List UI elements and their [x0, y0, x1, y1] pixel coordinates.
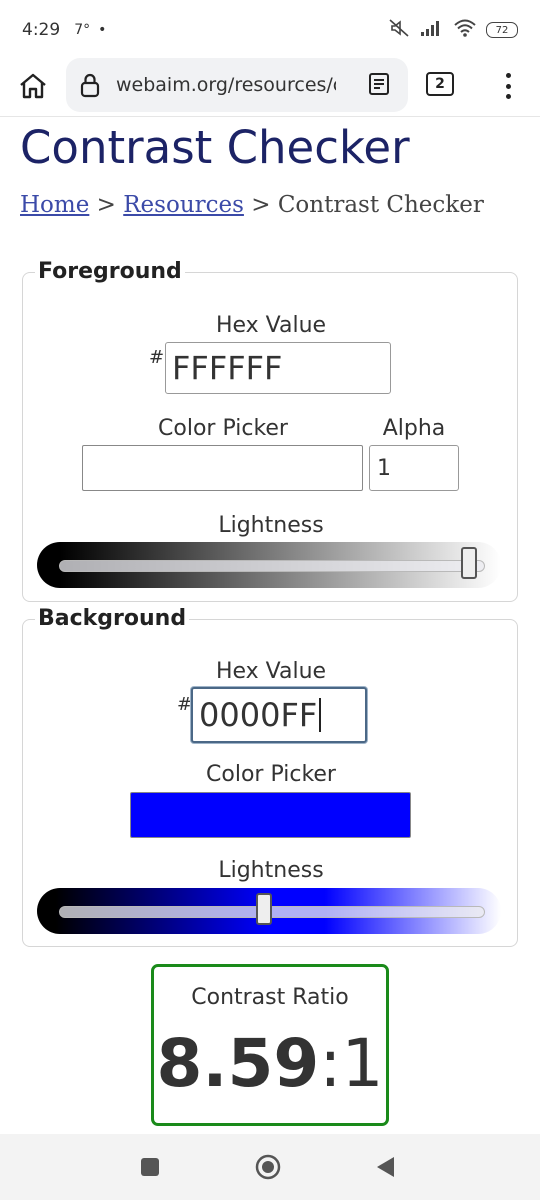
foreground-lightness-label: Lightness — [218, 513, 324, 538]
background-color-picker[interactable] — [130, 792, 411, 838]
menu-dot-icon — [505, 83, 511, 89]
square-icon — [141, 1158, 159, 1176]
foreground-color-picker[interactable] — [82, 445, 363, 491]
browser-toolbar: webaim.org/resources/contrastchecker 2 — [0, 56, 540, 116]
background-hex-value: 0000FF — [199, 696, 318, 734]
circle-icon — [255, 1154, 281, 1180]
foreground-hex-input[interactable]: FFFFFF — [165, 342, 391, 394]
foreground-lightness-slider[interactable] — [37, 542, 501, 588]
menu-dot-icon — [505, 94, 511, 99]
breadcrumb-separator: > — [243, 192, 278, 218]
foreground-hex-value: FFFFFF — [172, 349, 283, 387]
foreground-alpha-input[interactable]: 1 — [369, 445, 459, 491]
text-cursor — [319, 698, 321, 732]
back-button[interactable] — [370, 1152, 400, 1182]
address-bar[interactable]: webaim.org/resources/contrastchecker — [66, 58, 408, 112]
foreground-hex-label: Hex Value — [215, 313, 327, 338]
foreground-lightness-thumb[interactable] — [461, 547, 477, 579]
home-icon — [20, 73, 46, 99]
browser-menu-button[interactable] — [496, 70, 520, 102]
triangle-back-icon — [377, 1157, 394, 1177]
breadcrumb: Home > Resources > Contrast Checker — [20, 192, 484, 218]
contrast-ratio-box: Contrast Ratio 8.59:1 — [151, 964, 389, 1126]
breadcrumb-current: Contrast Checker — [277, 192, 484, 218]
status-time: 4:29 — [22, 20, 61, 40]
foreground-panel: Foreground Hex Value # FFFFFF Color Pick… — [22, 259, 518, 602]
foreground-legend: Foreground — [35, 259, 185, 284]
foreground-color-picker-label: Color Picker — [158, 416, 288, 441]
breadcrumb-separator: > — [89, 192, 124, 218]
background-legend: Background — [35, 606, 190, 631]
battery-icon: 72 — [486, 22, 518, 38]
status-dot: • — [98, 22, 107, 38]
wifi-icon — [454, 19, 476, 42]
page-title: Contrast Checker — [20, 121, 410, 174]
contrast-ratio-value: 8.59:1 — [154, 1025, 386, 1102]
breadcrumb-resources-link[interactable]: Resources — [123, 192, 244, 218]
web-page: Contrast Checker Home > Resources > Cont… — [0, 116, 540, 1134]
breadcrumb-home-link[interactable]: Home — [20, 192, 89, 218]
background-hash-label: # — [177, 694, 193, 715]
contrast-ratio-number: 8.59 — [156, 1025, 320, 1102]
mute-icon — [388, 18, 410, 43]
status-bar: 4:29 7° • 72 — [0, 0, 540, 60]
background-lightness-track — [59, 906, 485, 918]
menu-dot-icon — [505, 73, 511, 78]
background-color-picker-label: Color Picker — [206, 762, 336, 787]
background-hex-input[interactable]: 0000FF — [191, 687, 367, 743]
signal-icon — [420, 19, 444, 42]
foreground-alpha-label: Alpha — [382, 416, 446, 441]
status-temperature: 7° — [74, 22, 91, 38]
background-lightness-slider[interactable] — [37, 888, 501, 934]
url-text: webaim.org/resources/contrastchecker — [116, 74, 336, 96]
foreground-lightness-track — [59, 560, 485, 572]
foreground-alpha-value: 1 — [377, 455, 391, 481]
background-lightness-label: Lightness — [218, 858, 324, 883]
home-nav-button[interactable] — [253, 1152, 283, 1182]
recents-button[interactable] — [135, 1152, 165, 1182]
contrast-ratio-suffix: :1 — [319, 1025, 384, 1102]
background-panel: Background Hex Value # 0000FF Color Pick… — [22, 606, 518, 947]
foreground-hash-label: # — [149, 347, 165, 368]
tab-switcher-button[interactable]: 2 — [426, 72, 454, 96]
contrast-ratio-label: Contrast Ratio — [191, 985, 349, 1010]
home-button[interactable] — [0, 56, 66, 116]
lock-icon — [80, 73, 100, 98]
system-navigation-bar — [0, 1134, 540, 1200]
background-hex-label: Hex Value — [215, 659, 327, 684]
reader-mode-icon[interactable] — [368, 72, 390, 100]
background-lightness-thumb[interactable] — [256, 893, 272, 925]
